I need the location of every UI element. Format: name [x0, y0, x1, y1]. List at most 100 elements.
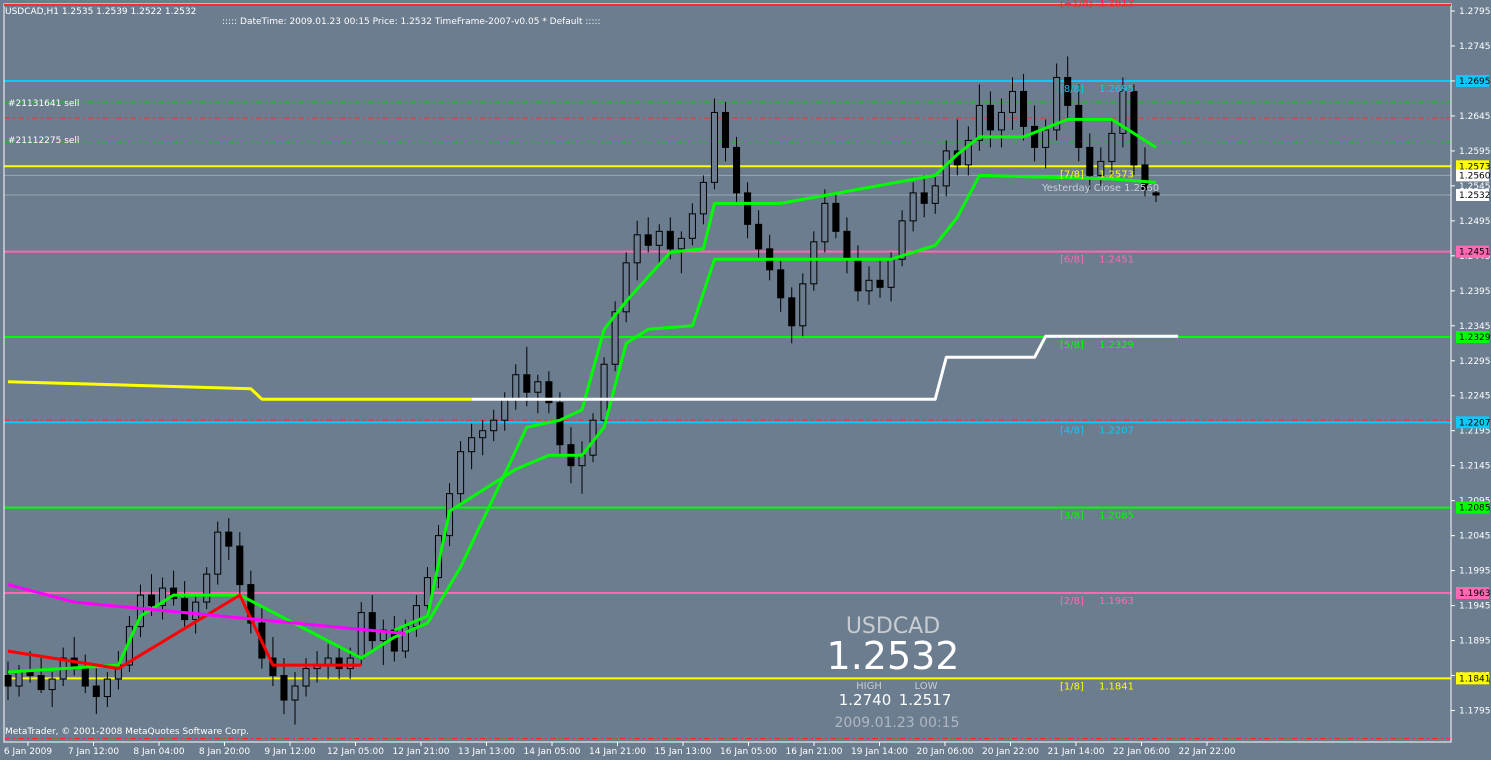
murrey-level-value-1: 1.2695 — [1099, 84, 1134, 95]
price-label-7: 1.2085 — [1459, 504, 1491, 514]
candle-body-9 — [103, 678, 111, 698]
x-tick-label-8: 14 Jan 05:00 — [524, 747, 581, 756]
price-label-3: 1.2532 — [1459, 191, 1491, 201]
x-tick-label-13: 19 Jan 14:00 — [851, 747, 908, 756]
x-tick-label-7: 13 Jan 13:00 — [458, 747, 515, 756]
candle-body-31 — [346, 657, 354, 670]
murrey-level-tag-8: [1/8] — [1060, 681, 1084, 692]
candle-body-66 — [733, 146, 741, 194]
candle-body-47 — [523, 374, 531, 393]
price-label-0: 1.2695 — [1459, 77, 1491, 87]
candle-body-91 — [1008, 90, 1017, 113]
y-tick-label-20: 1.1795 — [1459, 707, 1491, 717]
candle-body-17 — [192, 601, 200, 621]
x-tick-label-4: 9 Jan 12:00 — [264, 747, 316, 756]
price-label-8: 1.1963 — [1459, 589, 1491, 599]
y-tick-label-17: 1.1945 — [1459, 602, 1491, 612]
x-tick-label-1: 7 Jan 12:00 — [68, 747, 120, 756]
price-label-6: 1.2207 — [1459, 418, 1491, 428]
murrey-level-tag-1: [8/8] — [1060, 84, 1084, 95]
candle-body-84 — [931, 185, 939, 204]
info-low-value: 1.2517 — [899, 691, 952, 709]
y-tick-label-0: 1.2795 — [1459, 7, 1491, 17]
x-tick-label-12: 16 Jan 21:00 — [786, 747, 843, 756]
candle-body-7 — [81, 668, 89, 687]
murrey-level-tag-0: [+1/8] — [1060, 0, 1092, 10]
y-tick-label-3: 1.2645 — [1459, 112, 1491, 122]
candle-body-1 — [15, 671, 23, 687]
candle-body-61 — [677, 237, 685, 250]
candle-body-71 — [788, 297, 796, 327]
y-tick-label-13: 1.2145 — [1459, 462, 1491, 472]
candle-body-58 — [644, 234, 652, 246]
y-tick-label-8: 1.2395 — [1459, 287, 1491, 297]
murrey-level-tag-4: [5/8] — [1060, 340, 1084, 351]
candle-body-68 — [755, 223, 763, 250]
candle-body-100 — [1108, 132, 1116, 162]
candle-body-0 — [4, 675, 12, 687]
price-label-5: 1.2329 — [1459, 333, 1491, 343]
y-tick-label-6: 1.2495 — [1459, 217, 1491, 227]
candle-body-83 — [920, 192, 928, 204]
x-tick-label-18: 22 Jan 22:00 — [1179, 747, 1236, 756]
candle-body-80 — [887, 258, 895, 288]
x-tick-label-9: 14 Jan 21:00 — [589, 747, 646, 756]
candle-body-2 — [26, 671, 34, 677]
candle-body-43 — [479, 430, 487, 439]
candle-body-26 — [291, 685, 299, 701]
x-tick-label-6: 12 Jan 21:00 — [393, 747, 450, 756]
candle-body-25 — [280, 675, 288, 701]
candle-body-42 — [468, 437, 476, 453]
yesterday-close-label: Yesterday Close 1.2560 — [1041, 183, 1159, 194]
info-price: 1.2532 — [827, 634, 960, 678]
x-tick-label-15: 20 Jan 22:00 — [982, 747, 1039, 756]
candle-body-54 — [600, 363, 608, 421]
x-tick-label-5: 12 Jan 05:00 — [327, 747, 384, 756]
murrey-level-value-2: 1.2573 — [1099, 169, 1134, 180]
price-label-9: 1.1841 — [1459, 674, 1491, 684]
y-tick-label-11: 1.2245 — [1459, 392, 1491, 402]
header-left: USDCAD,H1 1.2535 1.2539 1.2522 1.2532 — [5, 7, 196, 17]
candle-body-78 — [865, 279, 873, 292]
candle-body-92 — [1020, 90, 1028, 127]
candle-body-46 — [512, 374, 520, 400]
x-tick-label-14: 20 Jan 06:00 — [917, 747, 974, 756]
candle-body-3 — [37, 675, 45, 691]
y-tick-label-16: 1.1995 — [1459, 567, 1491, 577]
candle-body-62 — [688, 213, 696, 239]
candle-body-21 — [236, 545, 244, 586]
info-datetime: 2009.01.23 00:15 — [835, 715, 960, 731]
x-tick-label-16: 21 Jan 14:00 — [1048, 747, 1105, 756]
candle-body-27 — [302, 668, 310, 687]
murrey-level-tag-7: [2/8] — [1060, 596, 1084, 607]
murrey-level-value-5: 1.2207 — [1099, 425, 1134, 436]
candle-body-73 — [810, 241, 818, 285]
candle-body-79 — [876, 279, 884, 288]
order-label-2: #21112275 sell — [8, 136, 79, 146]
candle-body-60 — [666, 230, 674, 250]
y-tick-label-9: 1.2345 — [1459, 322, 1491, 332]
candle-body-70 — [777, 269, 785, 299]
candle-body-18 — [203, 573, 211, 603]
y-tick-label-15: 1.2045 — [1459, 532, 1491, 542]
y-tick-label-18: 1.1895 — [1459, 637, 1491, 647]
candle-body-72 — [799, 283, 807, 327]
murrey-level-value-7: 1.1963 — [1099, 596, 1134, 607]
x-tick-label-10: 15 Jan 13:00 — [655, 747, 712, 756]
info-high-value: 1.2740 — [839, 691, 892, 709]
candle-body-52 — [578, 454, 586, 467]
candle-body-30 — [335, 657, 343, 670]
chart-background — [0, 0, 1491, 756]
order-label-1: #21131641 sell — [8, 99, 79, 109]
candle-body-75 — [832, 202, 840, 232]
candle-body-88 — [975, 104, 983, 141]
candle-body-16 — [181, 598, 189, 621]
candle-body-4 — [48, 678, 56, 691]
candle-body-76 — [843, 230, 851, 260]
candle-body-48 — [534, 381, 542, 393]
murrey-level-tag-2: [7/8] — [1060, 169, 1084, 180]
y-tick-label-1: 1.2745 — [1459, 42, 1491, 52]
price-label-2: 1.2560 — [1459, 171, 1491, 181]
murrey-level-tag-5: [4/8] — [1060, 425, 1084, 436]
chart-window: 1.27951.27451.26951.26451.25951.25451.24… — [0, 0, 1491, 757]
